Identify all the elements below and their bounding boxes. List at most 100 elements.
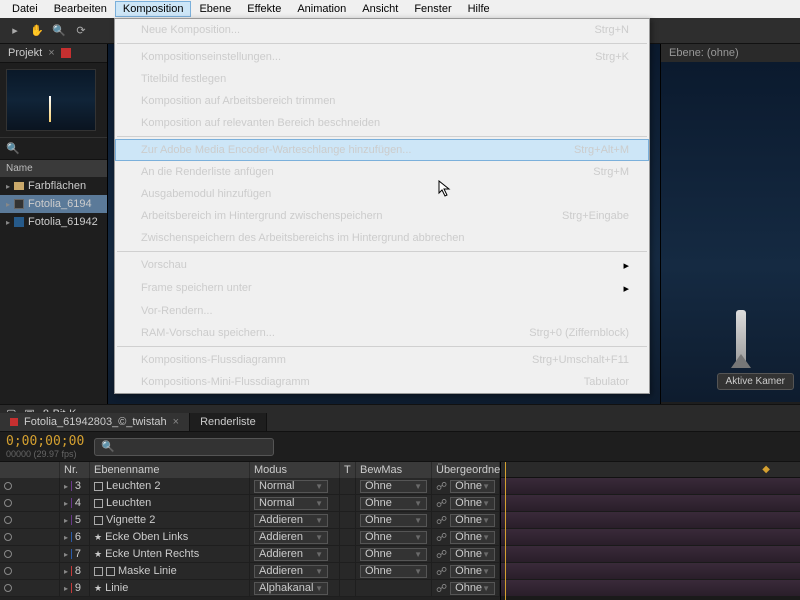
menubar: DateiBearbeitenKompositionEbeneEffekteAn… [0,0,800,18]
blend-mode-dropdown[interactable]: Addieren▼ [254,565,328,578]
visibility-icon[interactable] [4,584,12,592]
playhead[interactable] [505,462,506,600]
selection-tool-icon[interactable]: ▸ [6,22,24,40]
col-nr[interactable]: Nr. [60,462,90,478]
blend-mode-dropdown[interactable]: Normal▼ [254,480,328,493]
layer-row[interactable]: ▸ 8 Maske LinieAddieren▼Ohne▼☍Ohne▼ [0,563,500,580]
parent-dropdown[interactable]: Ohne▼ [450,514,495,527]
parent-dropdown[interactable]: Ohne▼ [450,582,495,595]
menu-item[interactable]: Vorschau▸ [115,254,649,277]
parent-dropdown[interactable]: Ohne▼ [450,548,495,561]
visibility-icon[interactable] [4,550,12,558]
timeline-track[interactable] [501,478,800,495]
parent-dropdown[interactable]: Ohne▼ [450,497,495,510]
blend-mode-dropdown[interactable]: Addieren▼ [254,514,328,527]
menu-item[interactable]: RAM-Vorschau speichern...Strg+0 (Ziffern… [115,322,649,344]
project-item[interactable]: ▸Farbflächen [0,177,107,195]
menu-item[interactable]: Kompositionseinstellungen...Strg+K [115,46,649,68]
parent-dropdown[interactable]: Ohne▼ [450,565,495,578]
layer-row[interactable]: ▸ 3 Leuchten 2Normal▼Ohne▼☍Ohne▼ [0,478,500,495]
trackmatte-dropdown[interactable]: Ohne▼ [360,514,427,527]
zoom-tool-icon[interactable]: 🔍 [50,22,68,40]
menu-datei[interactable]: Datei [4,1,46,17]
layer-row[interactable]: ▸ 5 Vignette 2Addieren▼Ohne▼☍Ohne▼ [0,512,500,529]
col-bm[interactable]: BewMas [356,462,432,478]
project-tab-label[interactable]: Projekt [8,47,42,59]
blend-mode-dropdown[interactable]: Normal▼ [254,497,328,510]
timeline-track[interactable] [501,512,800,529]
trackmatte-dropdown[interactable]: Ohne▼ [360,497,427,510]
composition-thumbnail[interactable] [6,69,96,131]
mouse-cursor-icon [438,180,452,198]
col-t[interactable]: T [340,462,356,478]
visibility-icon[interactable] [4,567,12,575]
menu-item: Ausgabemodul hinzufügen [115,183,649,205]
col-name[interactable]: Ebenenname [90,462,250,478]
timeline-tab[interactable]: Renderliste [190,413,267,431]
active-camera-badge[interactable]: Aktive Kamer [717,373,794,390]
visibility-icon[interactable] [4,533,12,541]
project-column-header[interactable]: Name [0,160,107,177]
menu-item[interactable]: Kompositions-FlussdiagrammStrg+Umschalt+… [115,349,649,371]
col-par[interactable]: Übergeordnet [432,462,500,478]
menu-komposition[interactable]: Komposition [115,1,192,17]
timeline-track[interactable] [501,529,800,546]
menu-item[interactable]: Neue Komposition...Strg+N [115,19,649,41]
menu-item[interactable]: Zur Adobe Media Encoder-Warteschlange hi… [115,139,649,161]
menu-item[interactable]: Komposition auf Arbeitsbereich trimmen [115,90,649,112]
trackmatte-dropdown[interactable]: Ohne▼ [360,565,427,578]
menu-item[interactable]: Frame speichern unter▸ [115,277,649,300]
timeline-track[interactable] [501,546,800,563]
project-item[interactable]: ▸Fotolia_6194 [0,195,107,213]
menu-effekte[interactable]: Effekte [239,1,289,17]
close-icon[interactable]: × [48,47,54,59]
visibility-icon[interactable] [4,482,12,490]
layer-row[interactable]: ▸ 9★ LinieAlphakanal▼☍Ohne▼ [0,580,500,597]
timeline-track[interactable] [501,580,800,597]
solid-icon [106,567,115,576]
parent-dropdown[interactable]: Ohne▼ [450,531,495,544]
project-panel: Projekt × 🔍 Name ▸Farbflächen▸Fotolia_61… [0,44,108,404]
project-item[interactable]: ▸Fotolia_61942 [0,213,107,231]
parent-dropdown[interactable]: Ohne▼ [450,480,495,493]
timeline-track[interactable] [501,495,800,512]
visibility-icon[interactable] [4,516,12,524]
col-mode[interactable]: Modus [250,462,340,478]
shape-icon: ★ [94,549,102,560]
rotate-tool-icon[interactable]: ⟳ [72,22,90,40]
layer-row[interactable]: ▸ 7★ Ecke Unten RechtsAddieren▼Ohne▼☍Ohn… [0,546,500,563]
menu-item[interactable]: An die Renderliste anfügenStrg+M [115,161,649,183]
timeline-tab[interactable]: Fotolia_61942803_©_twistah× [0,413,190,431]
timeline-panel: Fotolia_61942803_©_twistah×Renderliste 0… [0,412,800,600]
blend-mode-dropdown[interactable]: Addieren▼ [254,531,328,544]
menu-ebene[interactable]: Ebene [191,1,239,17]
timecode-display[interactable]: 0;00;00;00 [6,434,84,449]
menu-item[interactable]: Kompositions-Mini-FlussdiagrammTabulator [115,371,649,393]
timeline-track[interactable] [501,563,800,580]
menu-item[interactable]: Vor-Rendern... [115,300,649,322]
blend-mode-dropdown[interactable]: Addieren▼ [254,548,328,561]
layer-row[interactable]: ▸ 4 LeuchtenNormal▼Ohne▼☍Ohne▼ [0,495,500,512]
search-icon[interactable]: 🔍 [6,142,20,155]
trackmatte-dropdown[interactable]: Ohne▼ [360,548,427,561]
menu-animation[interactable]: Animation [289,1,354,17]
menu-ansicht[interactable]: Ansicht [354,1,406,17]
hand-tool-icon[interactable]: ✋ [28,22,46,40]
adjustment-icon [94,499,103,508]
timeline-search-input[interactable]: 🔍 [94,438,274,456]
komposition-menu-dropdown: Neue Komposition...Strg+N Kompositionsein… [114,18,650,394]
layer-row[interactable]: ▸ 6★ Ecke Oben LinksAddieren▼Ohne▼☍Ohne▼ [0,529,500,546]
menu-item: Komposition auf relevanten Bereich besch… [115,112,649,134]
menu-item[interactable]: Arbeitsbereich im Hintergrund zwischensp… [115,205,649,227]
timeline-marker-icon[interactable]: ◆ [762,464,770,475]
menu-item[interactable]: Titelbild festlegen [115,68,649,90]
trackmatte-dropdown[interactable]: Ohne▼ [360,480,427,493]
visibility-icon[interactable] [4,499,12,507]
menu-hilfe[interactable]: Hilfe [460,1,498,17]
menu-fenster[interactable]: Fenster [406,1,459,17]
record-icon[interactable] [61,48,71,58]
search-icon: 🔍 [101,440,115,453]
blend-mode-dropdown[interactable]: Alphakanal▼ [254,582,328,595]
menu-bearbeiten[interactable]: Bearbeiten [46,1,115,17]
trackmatte-dropdown[interactable]: Ohne▼ [360,531,427,544]
